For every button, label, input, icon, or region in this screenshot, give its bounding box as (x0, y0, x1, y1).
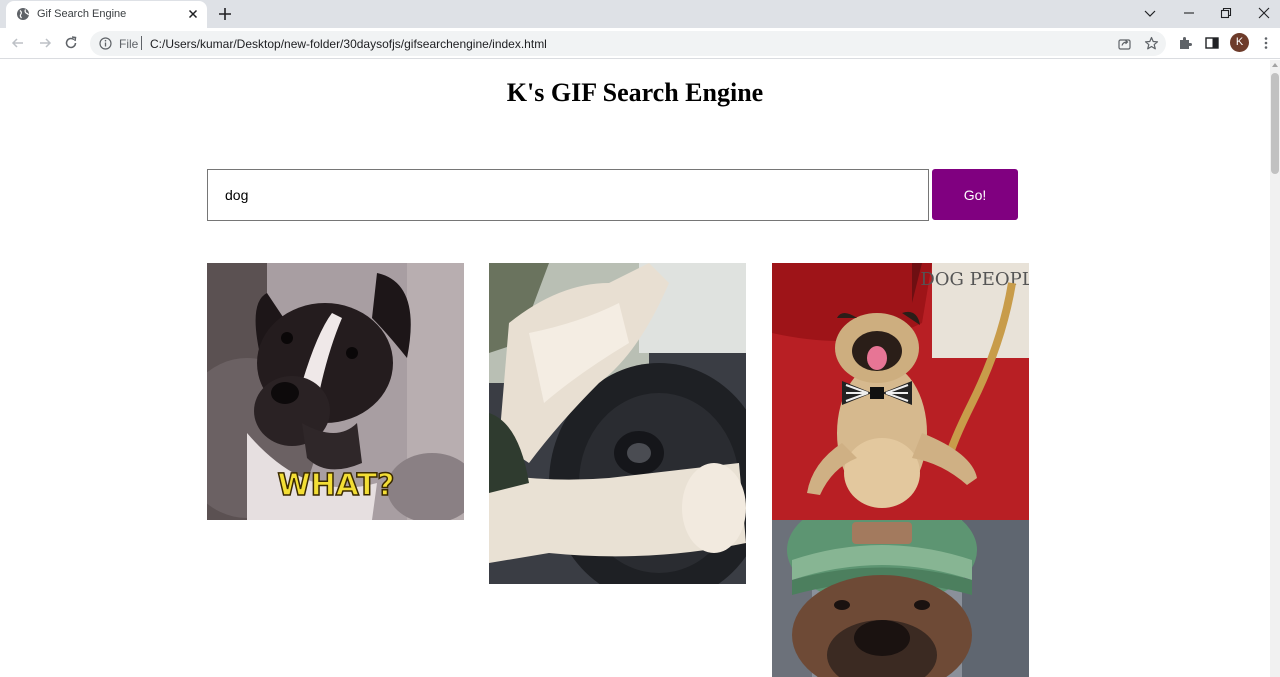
tab-strip: Gif Search Engine (0, 0, 1280, 28)
gif-result-3[interactable]: DOG PEOPL (772, 263, 1029, 520)
sidepanel-icon[interactable] (1204, 35, 1220, 51)
omnibox-divider (141, 36, 142, 50)
puzzle-icon[interactable] (1177, 35, 1193, 51)
info-icon[interactable] (99, 37, 112, 50)
address-bar[interactable]: File C:/Users/kumar/Desktop/new-folder/3… (90, 31, 1166, 56)
scroll-thumb[interactable] (1271, 73, 1279, 174)
reload-icon[interactable] (63, 35, 79, 51)
tab-gif-search-engine[interactable]: Gif Search Engine (6, 1, 207, 28)
scroll-up-arrow-icon[interactable] (1272, 63, 1278, 67)
close-icon[interactable] (186, 7, 200, 21)
back-icon[interactable] (10, 35, 26, 51)
gif-result-4[interactable] (772, 520, 1029, 677)
minimize-icon[interactable] (1181, 5, 1197, 21)
restore-icon[interactable] (1218, 5, 1234, 21)
close-window-icon[interactable] (1256, 5, 1272, 21)
gif-image-dog-what: WHAT? (207, 263, 464, 520)
kebab-menu-icon[interactable] (1258, 35, 1274, 51)
gif-caption-what: WHAT? (278, 468, 395, 503)
gif-image-dog-beanie (772, 520, 1029, 677)
chevron-down-icon[interactable] (1142, 5, 1158, 21)
gif-image-pug-bowtie: DOG PEOPL (772, 263, 1029, 520)
page-title: K's GIF Search Engine (506, 78, 764, 107)
go-button[interactable]: Go! (932, 169, 1018, 220)
forward-icon[interactable] (37, 35, 53, 51)
plus-icon[interactable] (217, 6, 233, 22)
share-icon[interactable] (1117, 36, 1132, 51)
url-text[interactable]: C:/Users/kumar/Desktop/new-folder/30days… (150, 37, 547, 51)
star-icon[interactable] (1144, 36, 1159, 51)
search-input[interactable] (207, 169, 929, 221)
avatar[interactable]: K (1230, 33, 1249, 52)
globe-icon (17, 8, 30, 20)
tab-title: Gif Search Engine (37, 8, 127, 20)
gif-result-2[interactable] (489, 263, 746, 584)
gif-image-dog-driving (489, 263, 746, 584)
vertical-scrollbar[interactable] (1270, 60, 1280, 677)
browser-toolbar: File C:/Users/kumar/Desktop/new-folder/3… (0, 28, 1280, 59)
scheme-label: File (119, 37, 139, 51)
gif-result-1[interactable]: WHAT? (207, 263, 464, 520)
